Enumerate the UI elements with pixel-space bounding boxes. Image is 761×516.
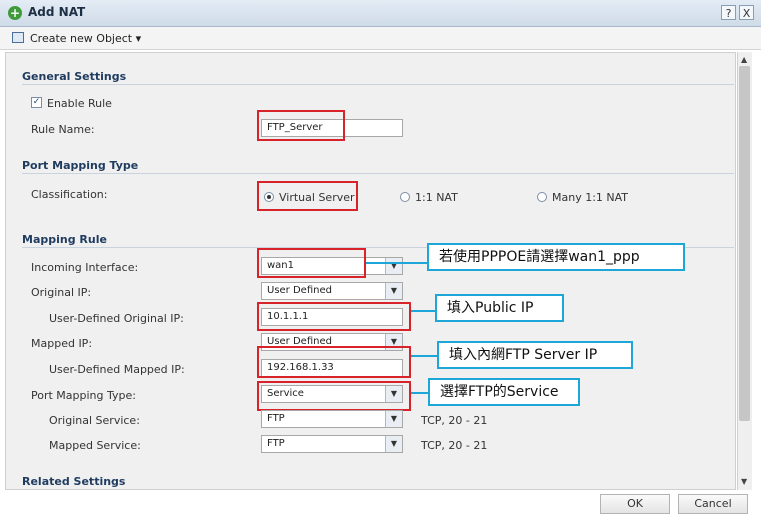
scroll-up-icon[interactable]: ▲ bbox=[741, 55, 747, 64]
related-settings-heading: Related Settings bbox=[22, 475, 126, 488]
enable-rule-label: Enable Rule bbox=[47, 97, 112, 110]
cancel-button[interactable]: Cancel bbox=[678, 494, 748, 514]
section-divider bbox=[22, 173, 734, 174]
create-new-object-button[interactable]: Create new Object ▾ bbox=[30, 32, 141, 45]
callout-connector bbox=[411, 310, 435, 312]
chevron-down-icon: ▾ bbox=[135, 32, 142, 45]
mapped-service-value: FTP bbox=[267, 438, 285, 449]
original-ip-value: User Defined bbox=[267, 285, 332, 296]
original-service-label: Original Service: bbox=[49, 414, 140, 427]
classification-label: Classification: bbox=[31, 188, 108, 201]
highlight-box bbox=[257, 381, 411, 411]
toolbar: Create new Object ▾ bbox=[0, 27, 761, 50]
scroll-thumb[interactable] bbox=[739, 66, 750, 421]
one-to-one-nat-label: 1:1 NAT bbox=[415, 191, 458, 204]
chevron-down-icon: ▼ bbox=[385, 411, 402, 427]
callout-connector bbox=[411, 355, 437, 357]
callout-connector bbox=[366, 262, 427, 264]
many-one-to-one-nat-radio[interactable] bbox=[537, 192, 547, 202]
highlight-box bbox=[257, 110, 345, 141]
callout-public-ip: 填入Public IP bbox=[435, 294, 564, 322]
port-mapping-type-label: Port Mapping Type: bbox=[31, 389, 136, 402]
callout-service: 選擇FTP的Service bbox=[428, 378, 580, 406]
mapping-rule-heading: Mapping Rule bbox=[22, 233, 107, 246]
mapped-service-info: TCP, 20 - 21 bbox=[421, 439, 488, 452]
many-one-to-one-nat-label: Many 1:1 NAT bbox=[552, 191, 629, 204]
rule-name-label: Rule Name: bbox=[31, 123, 95, 136]
add-icon: + bbox=[8, 6, 22, 20]
mapped-ip-label: Mapped IP: bbox=[31, 337, 93, 350]
original-service-value: FTP bbox=[267, 413, 285, 424]
highlight-box bbox=[257, 181, 358, 211]
mapped-service-select[interactable]: FTP ▼ bbox=[261, 435, 403, 453]
object-icon bbox=[12, 32, 24, 43]
original-service-select[interactable]: FTP ▼ bbox=[261, 410, 403, 428]
create-new-object-label: Create new Object bbox=[30, 32, 133, 45]
close-button[interactable]: X bbox=[739, 5, 754, 20]
scroll-down-icon[interactable]: ▼ bbox=[741, 477, 747, 486]
incoming-interface-label: Incoming Interface: bbox=[31, 261, 139, 274]
one-to-one-nat-radio[interactable] bbox=[400, 192, 410, 202]
callout-lan-ip: 填入內網FTP Server IP bbox=[437, 341, 633, 369]
callout-pppoe: 若使用PPPOE請選擇wan1_ppp bbox=[427, 243, 685, 271]
user-defined-original-ip-label: User-Defined Original IP: bbox=[49, 312, 184, 325]
original-service-info: TCP, 20 - 21 bbox=[421, 414, 488, 427]
chevron-down-icon: ▼ bbox=[385, 283, 402, 299]
highlight-box bbox=[257, 346, 411, 378]
mapped-service-label: Mapped Service: bbox=[49, 439, 141, 452]
highlight-box bbox=[257, 248, 366, 278]
section-divider bbox=[22, 84, 734, 85]
port-mapping-type-heading: Port Mapping Type bbox=[22, 159, 139, 172]
enable-rule-checkbox[interactable]: ✓ bbox=[31, 97, 42, 108]
chevron-down-icon: ▼ bbox=[385, 436, 402, 452]
original-ip-select[interactable]: User Defined ▼ bbox=[261, 282, 403, 300]
callout-connector bbox=[411, 392, 428, 394]
general-settings-heading: General Settings bbox=[22, 70, 127, 83]
user-defined-mapped-ip-label: User-Defined Mapped IP: bbox=[49, 363, 185, 376]
window-title: Add NAT bbox=[28, 5, 86, 19]
window-title-bar: + Add NAT ? X bbox=[0, 0, 761, 27]
help-button[interactable]: ? bbox=[721, 5, 736, 20]
original-ip-label: Original IP: bbox=[31, 286, 92, 299]
ok-button[interactable]: OK bbox=[600, 494, 670, 514]
chevron-down-icon: ▼ bbox=[385, 258, 402, 274]
highlight-box bbox=[257, 302, 411, 331]
